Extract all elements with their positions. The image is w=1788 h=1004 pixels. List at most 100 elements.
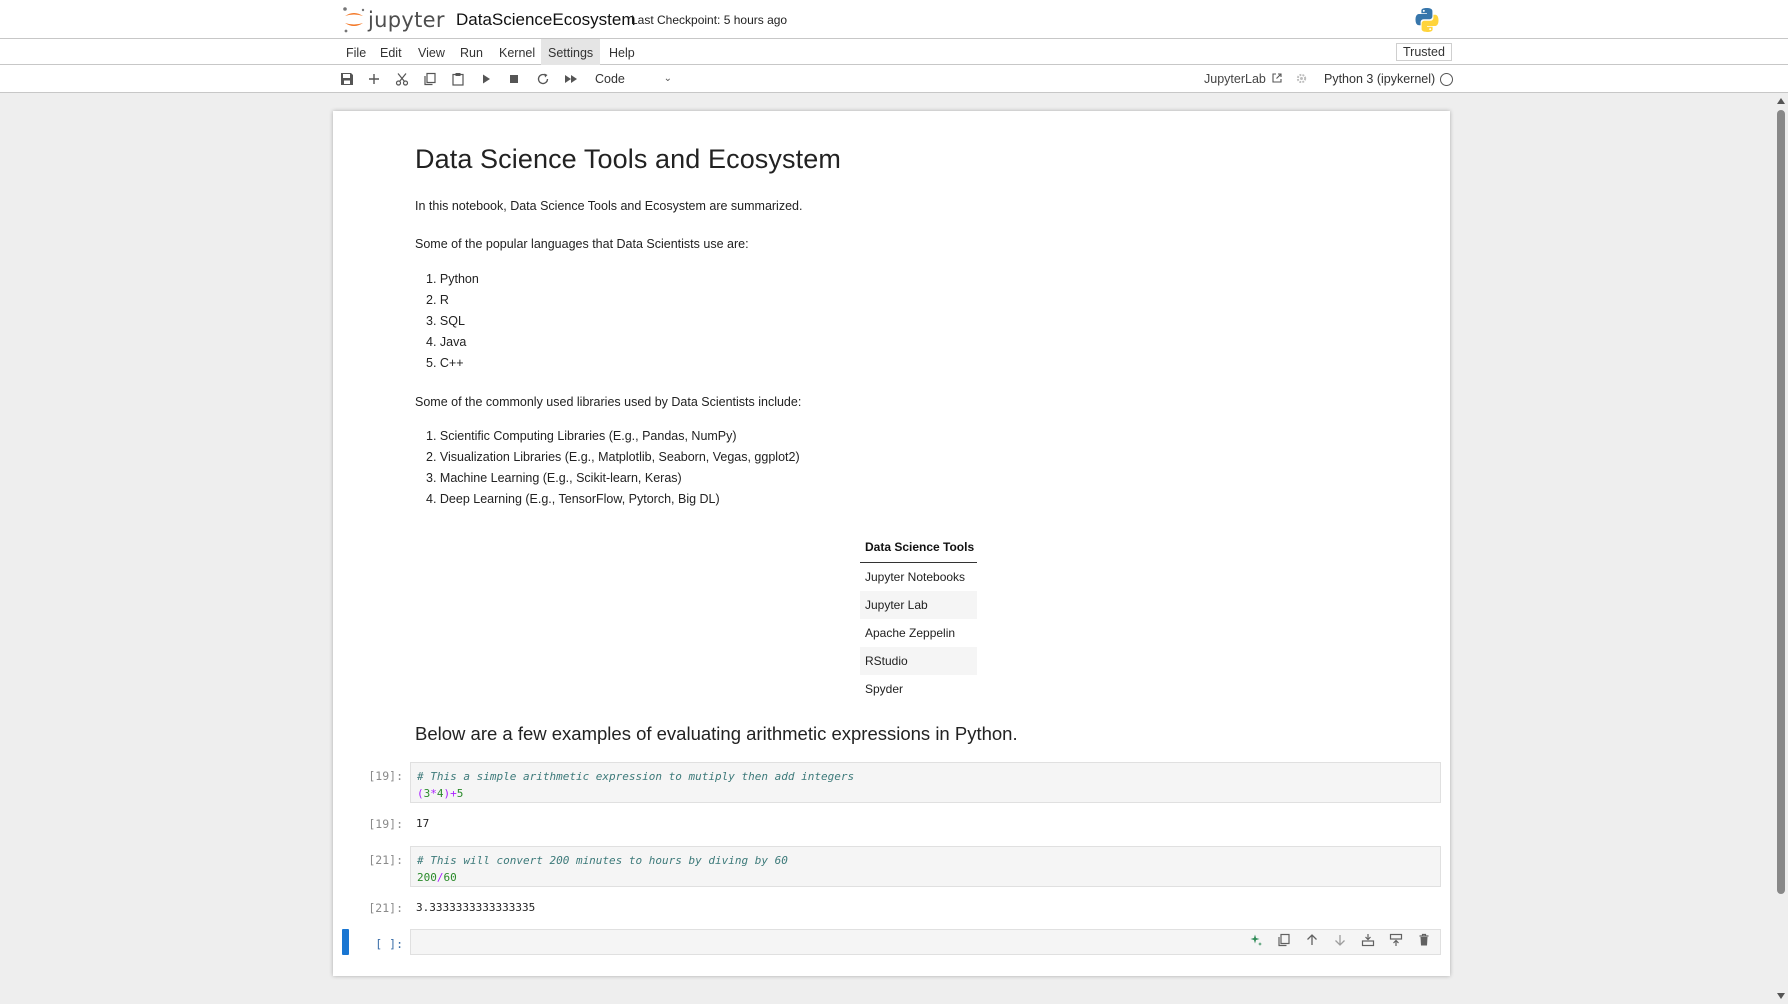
- scroll-down-arrow-icon[interactable]: [1777, 993, 1785, 999]
- move-cell-up-button[interactable]: [1302, 930, 1322, 950]
- insert-above-icon: [1361, 934, 1375, 947]
- table-row: Jupyter Lab: [860, 591, 977, 619]
- gear-icon: [1296, 73, 1307, 84]
- table-header: Data Science Tools: [860, 531, 977, 563]
- move-cell-down-button[interactable]: [1330, 930, 1350, 950]
- trusted-indicator[interactable]: Trusted: [1396, 43, 1452, 61]
- save-button[interactable]: [338, 70, 356, 88]
- list-item: 4. Deep Learning (E.g., TensorFlow, Pyto…: [426, 492, 720, 506]
- scrollbar-thumb[interactable]: [1777, 110, 1785, 894]
- menu-settings[interactable]: Settings: [541, 39, 601, 65]
- external-link-icon: [1272, 73, 1282, 83]
- input-prompt: [21]:: [368, 853, 403, 867]
- run-all-button[interactable]: [562, 70, 580, 88]
- list-item: 3. SQL: [426, 314, 465, 328]
- run-icon: [483, 74, 490, 84]
- add-cell-button[interactable]: [365, 70, 383, 88]
- code-comment: # This a simple arithmetic expression to…: [417, 770, 855, 783]
- insert-cell-above-button[interactable]: [1358, 930, 1378, 950]
- copy-button[interactable]: [421, 70, 439, 88]
- table-row: Jupyter Notebooks: [865, 570, 966, 584]
- code-cell-editor[interactable]: # This will convert 200 minutes to hours…: [410, 846, 1441, 887]
- jupyter-logo-icon: [343, 7, 365, 33]
- cell-type-value: Code: [595, 72, 625, 86]
- list-item: 1. Python: [426, 272, 479, 286]
- open-jupyterlab-link[interactable]: JupyterLab: [1204, 70, 1283, 88]
- chevron-down-icon: ⌄: [663, 73, 672, 84]
- stop-icon: [510, 75, 518, 83]
- list-item: 2. Visualization Libraries (E.g., Matplo…: [426, 450, 800, 464]
- cut-button[interactable]: [393, 70, 411, 88]
- output-prompt: [21]:: [368, 901, 403, 915]
- table-row: Apache Zeppelin: [865, 626, 956, 640]
- stop-kernel-button[interactable]: [505, 70, 523, 88]
- delete-cell-button[interactable]: [1414, 930, 1434, 950]
- cell-output: 17: [416, 817, 430, 830]
- run-all-icon: [565, 75, 577, 83]
- restart-icon: [537, 73, 549, 85]
- restart-kernel-button[interactable]: [534, 70, 552, 88]
- languages-list: 1. Python 2. R 3. SQL 4. Java 5. C++: [426, 269, 479, 374]
- kernel-status-icon: [1440, 73, 1453, 86]
- arrow-down-icon: [1335, 935, 1345, 946]
- add-cell-icon: [369, 74, 379, 84]
- menu-file[interactable]: File: [339, 39, 373, 65]
- libraries-heading: Some of the commonly used libraries used…: [415, 395, 802, 409]
- notebook-panel: Data Science Tools and Ecosystem In this…: [333, 111, 1450, 976]
- table-row: RStudio: [860, 647, 977, 675]
- jupyter-logo[interactable]: jupyter: [342, 6, 445, 34]
- cell-output: 3.3333333333333335: [416, 901, 536, 914]
- copy-icon: [424, 72, 436, 86]
- kernel-name[interactable]: Python 3 (ipykernel): [1324, 70, 1435, 88]
- scroll-up-arrow-icon[interactable]: [1777, 98, 1785, 104]
- notebook-toolbar: Code ⌄ JupyterLab Python 3 (ipykernel): [0, 65, 1788, 93]
- cell-type-select[interactable]: Code ⌄: [592, 70, 672, 88]
- list-item: 1. Scientific Computing Libraries (E.g.,…: [426, 429, 737, 443]
- jupyterlab-label: JupyterLab: [1204, 72, 1266, 86]
- duplicate-icon: [1278, 933, 1290, 947]
- libraries-list: 1. Scientific Computing Libraries (E.g.,…: [426, 426, 800, 510]
- top-bar: jupyter DataScienceEcosystem Last Checkp…: [0, 0, 1788, 39]
- list-item: 4. Java: [426, 335, 467, 349]
- trash-icon: [1419, 933, 1429, 946]
- notebook-heading: Data Science Tools and Ecosystem: [415, 144, 841, 174]
- vertical-scrollbar[interactable]: [1773, 93, 1788, 1004]
- code-line: (3*4)+5: [417, 787, 464, 800]
- checkpoint-status: Last Checkpoint: 5 hours ago: [631, 13, 788, 27]
- arrow-up-icon: [1307, 934, 1317, 945]
- save-icon: [341, 73, 353, 85]
- code-cell-editor[interactable]: # This a simple arithmetic expression to…: [410, 762, 1441, 803]
- paste-icon: [452, 73, 464, 86]
- code-line: 200/60: [417, 871, 457, 884]
- menu-kernel[interactable]: Kernel: [492, 39, 542, 65]
- list-item: 2. R: [426, 293, 449, 307]
- menu-help[interactable]: Help: [602, 39, 642, 65]
- jupyter-logo-text: jupyter: [368, 8, 445, 32]
- run-cell-button[interactable]: [477, 70, 495, 88]
- code-comment: # This will convert 200 minutes to hours…: [417, 854, 788, 867]
- intro-text: In this notebook, Data Science Tools and…: [415, 199, 803, 213]
- cut-icon: [395, 73, 409, 86]
- sparkle-icon: [1250, 934, 1262, 946]
- notebook-title[interactable]: DataScienceEcosystem: [456, 10, 636, 30]
- menu-bar: File Edit View Run Kernel Settings Help …: [0, 39, 1788, 65]
- examples-heading: Below are a few examples of evaluating a…: [415, 723, 1018, 744]
- ai-assist-button[interactable]: [1246, 930, 1266, 950]
- list-item: 3. Machine Learning (E.g., Scikit-learn,…: [426, 471, 682, 485]
- duplicate-cell-button[interactable]: [1274, 930, 1294, 950]
- paste-button[interactable]: [449, 70, 467, 88]
- menu-edit[interactable]: Edit: [373, 39, 409, 65]
- list-item: 5. C++: [426, 356, 464, 370]
- input-prompt: [ ]:: [375, 937, 403, 951]
- menu-view[interactable]: View: [411, 39, 452, 65]
- output-prompt: [19]:: [368, 817, 403, 831]
- insert-cell-below-button[interactable]: [1386, 930, 1406, 950]
- languages-heading: Some of the popular languages that Data …: [415, 237, 749, 251]
- python-logo-icon: [1415, 8, 1439, 32]
- input-prompt: [19]:: [368, 769, 403, 783]
- cell-actions-toolbar: [1246, 930, 1434, 950]
- table-row: Spyder: [865, 682, 904, 696]
- insert-below-icon: [1389, 933, 1403, 946]
- data-science-tools-table: Data Science Tools Jupyter Notebooks Jup…: [860, 531, 977, 703]
- menu-run[interactable]: Run: [453, 39, 490, 65]
